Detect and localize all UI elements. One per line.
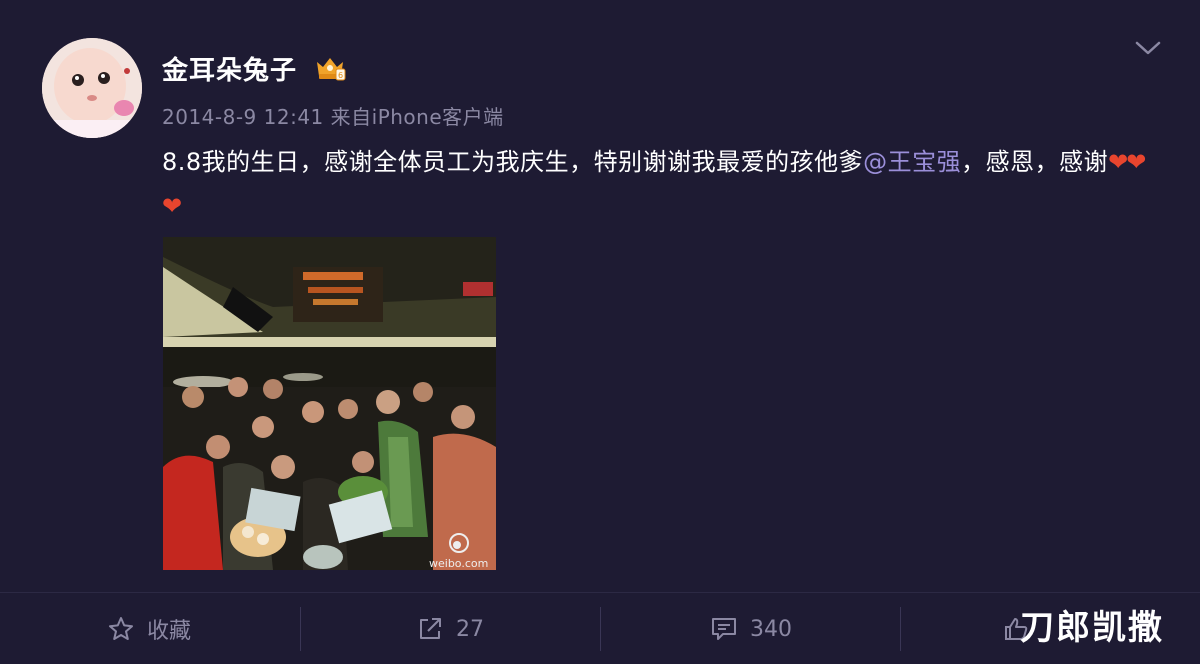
weibo-post: 金耳朵兔子 6 2014-8-9 12:41 来自iPhone客户端 8.8我的… [0, 0, 1200, 664]
chevron-down-icon[interactable] [1134, 38, 1162, 58]
comment-icon [712, 618, 736, 640]
svg-text:6: 6 [338, 71, 343, 80]
post-text: 8.8我的生日，感谢全体员工为我庆生，特别谢谢我最爱的孩他爹@王宝强，感恩，感谢… [162, 140, 1147, 228]
divider [600, 607, 601, 651]
overlay-watermark: 刀郎凯撒 [1020, 608, 1164, 648]
mention-link[interactable]: @王宝强 [863, 148, 961, 176]
source-prefix: 来自 [330, 105, 372, 129]
birthday-group-photo: weibo.com [163, 237, 496, 570]
post-text-body: 8.8我的生日，感谢全体员工为我庆生，特别谢谢我最爱的孩他爹 [162, 148, 864, 176]
post-source: iPhone客户端 [371, 105, 504, 129]
crown-badge-icon[interactable]: 6 [314, 54, 346, 82]
post-image[interactable]: weibo.com [163, 237, 496, 570]
avatar-photo [42, 38, 142, 138]
divider [900, 607, 901, 651]
avatar[interactable] [42, 38, 142, 138]
image-watermark: weibo.com [429, 557, 488, 570]
share-icon [420, 618, 441, 639]
repost-button[interactable]: 27 [416, 611, 484, 647]
repost-count: 27 [456, 616, 484, 642]
comment-count: 340 [750, 616, 792, 642]
divider [300, 607, 301, 651]
post-timestamp[interactable]: 2014-8-9 12:41 [162, 105, 324, 129]
favorite-button[interactable]: 收藏 [107, 611, 191, 647]
post-meta: 2014-8-9 12:41 来自iPhone客户端 [162, 101, 504, 130]
post-text-tail: ，感恩，感谢 [961, 148, 1109, 176]
comment-button[interactable]: 340 [710, 611, 792, 647]
username[interactable]: 金耳朵兔子 [162, 50, 297, 87]
favorite-label: 收藏 [147, 619, 192, 644]
star-icon [109, 617, 133, 640]
